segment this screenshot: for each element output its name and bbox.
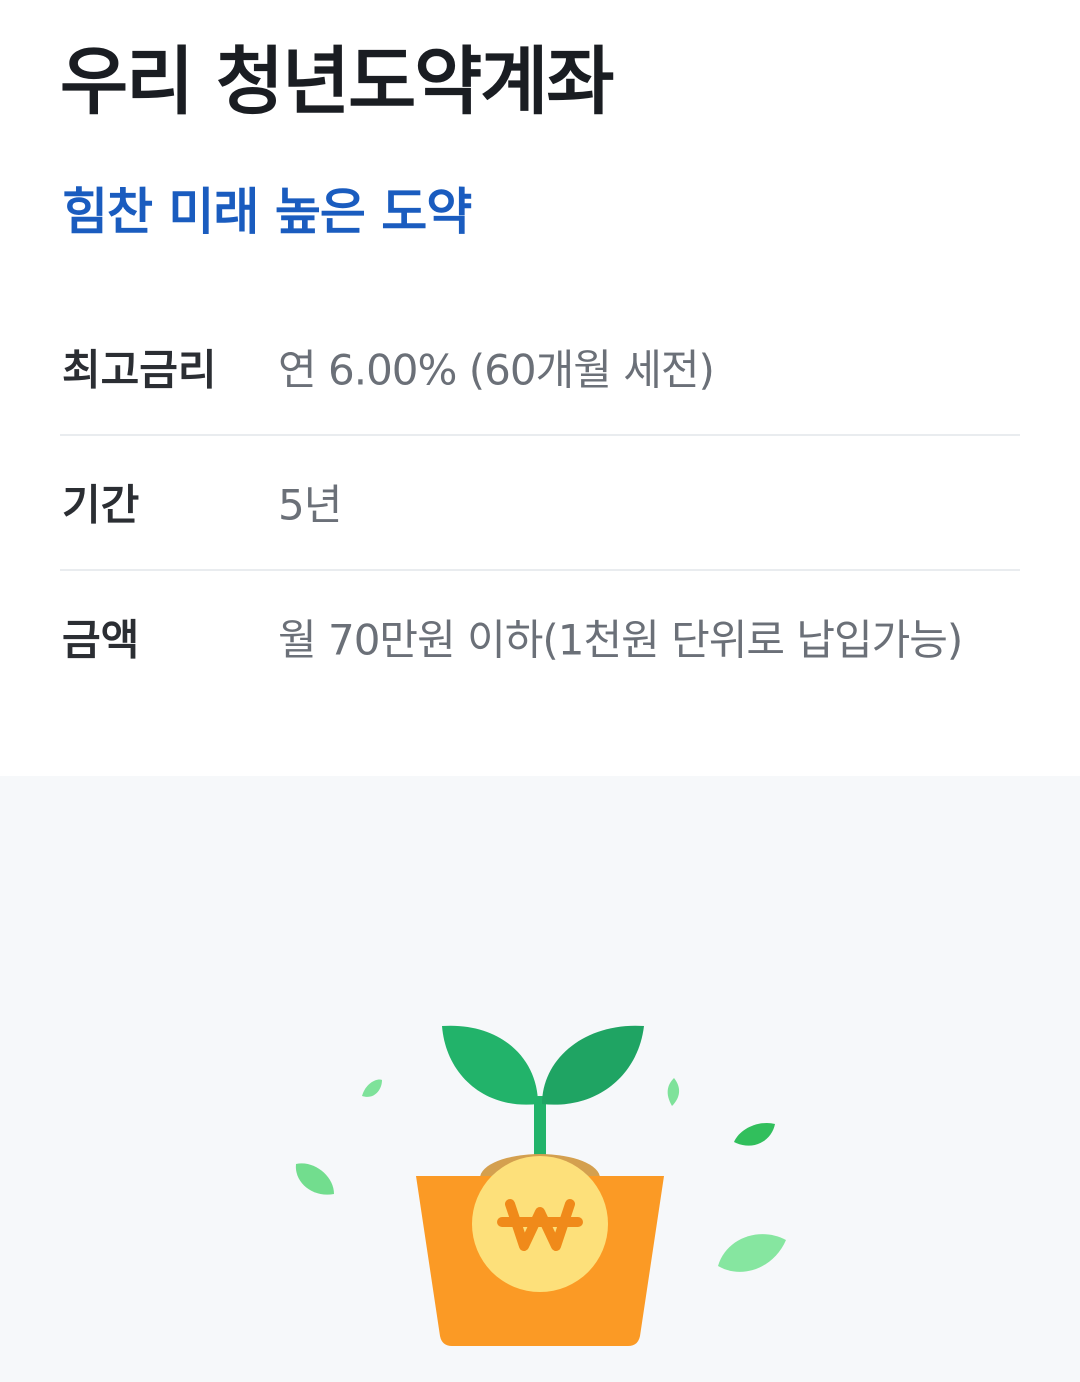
sprout-leaf-icon xyxy=(542,1025,644,1105)
product-tagline: 힘찬 미래 높은 도약 xyxy=(62,183,472,241)
info-label: 기간 xyxy=(62,480,140,530)
info-label: 최고금리 xyxy=(62,345,217,395)
info-row-amount: 금액 월 70만원 이하(1천원 단위로 납입가능) xyxy=(60,570,1020,704)
floating-leaf-icon xyxy=(667,1078,680,1106)
page-title: 우리 청년도약계좌 xyxy=(60,39,614,125)
floating-leaf-icon xyxy=(362,1079,382,1097)
illustration-panel xyxy=(0,776,1080,1382)
product-header-section: 우리 청년도약계좌 힘찬 미래 높은 도약 최고금리 연 6.00% (60개월… xyxy=(0,0,1080,776)
info-label: 금액 xyxy=(62,615,140,665)
sprout-leaf-icon xyxy=(442,1025,538,1105)
info-value: 연 6.00% (60개월 세전) xyxy=(278,345,715,395)
sprout-pot-icon xyxy=(295,1025,786,1346)
floating-leaf-icon xyxy=(718,1234,786,1272)
info-value: 5년 xyxy=(278,480,342,530)
info-row-period: 기간 5년 xyxy=(60,435,1020,571)
info-row-max-rate: 최고금리 연 6.00% (60개월 세전) xyxy=(60,300,1020,436)
floating-leaf-icon xyxy=(734,1122,775,1146)
info-value: 월 70만원 이하(1천원 단위로 납입가능) xyxy=(278,615,963,665)
floating-leaf-icon xyxy=(295,1163,334,1195)
